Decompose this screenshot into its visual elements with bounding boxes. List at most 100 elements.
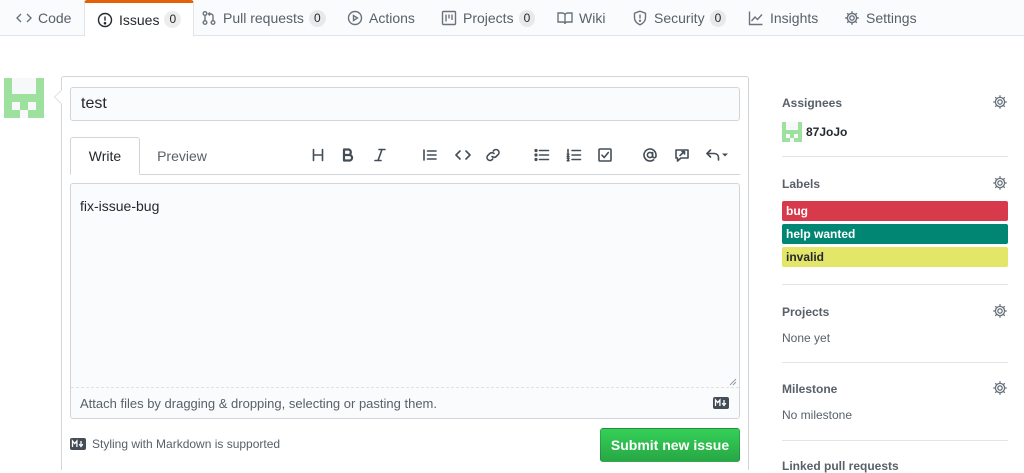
assignees-settings-button[interactable] bbox=[992, 94, 1008, 110]
code-button[interactable] bbox=[451, 143, 475, 167]
tab-settings[interactable]: Settings bbox=[844, 0, 917, 36]
reply-icon bbox=[706, 149, 720, 161]
numbered-list-button[interactable] bbox=[562, 143, 586, 167]
link-icon bbox=[486, 148, 500, 162]
milestone-heading: Milestone bbox=[782, 382, 838, 396]
chevron-down-icon bbox=[722, 153, 728, 157]
reference-icon bbox=[675, 149, 689, 162]
labels-heading: Labels bbox=[782, 177, 821, 191]
sidebar-assignees: Assignees 87JoJo bbox=[782, 94, 1008, 146]
tabs-divider bbox=[70, 174, 740, 175]
tab-insights-label: Insights bbox=[770, 10, 819, 26]
bullet-list-button[interactable] bbox=[530, 143, 554, 167]
issue-body-text[interactable]: fix-issue-bug bbox=[71, 184, 739, 388]
tab-insights[interactable]: Insights bbox=[748, 0, 818, 36]
tab-pull-requests-label: Pull requests bbox=[223, 10, 304, 26]
repo-nav: Code Issues 0 Pull requests 0 Actions Pr… bbox=[0, 0, 1024, 37]
security-count: 0 bbox=[709, 9, 727, 27]
issues-count: 0 bbox=[164, 11, 182, 28]
bold-button[interactable] bbox=[336, 143, 360, 167]
issue-body-field[interactable]: fix-issue-bug Attach files by dragging &… bbox=[70, 183, 740, 419]
sidebar-divider bbox=[782, 156, 1008, 157]
projects-count: 0 bbox=[518, 9, 536, 27]
tab-settings-label: Settings bbox=[866, 10, 917, 26]
reference-button[interactable] bbox=[670, 143, 694, 167]
tab-issues-label: Issues bbox=[119, 11, 160, 28]
task-list-button[interactable] bbox=[593, 143, 617, 167]
pull-request-icon bbox=[202, 11, 216, 25]
issue-title-input[interactable] bbox=[70, 87, 740, 121]
gear-icon bbox=[993, 176, 1007, 190]
sidebar-projects: Projects None yet bbox=[782, 303, 1008, 350]
label-invalid[interactable]: invalid bbox=[782, 247, 1008, 267]
tab-wiki[interactable]: Wiki bbox=[557, 0, 605, 36]
assignee-item[interactable]: 87JoJo bbox=[782, 122, 847, 142]
label-help-wanted[interactable]: help wanted bbox=[782, 224, 1008, 244]
tab-security-label: Security bbox=[654, 10, 705, 26]
graph-icon bbox=[748, 11, 763, 26]
issue-opened-icon bbox=[97, 12, 113, 27]
sidebar-divider bbox=[782, 362, 1008, 363]
pull-requests-count: 0 bbox=[308, 9, 326, 27]
tab-code-label: Code bbox=[38, 10, 72, 26]
sidebar-divider bbox=[782, 440, 1008, 441]
submit-new-issue-button[interactable]: Submit new issue bbox=[600, 428, 740, 462]
attach-files-hint[interactable]: Attach files by dragging & dropping, sel… bbox=[80, 396, 437, 411]
code-icon bbox=[455, 150, 471, 160]
play-icon bbox=[347, 10, 363, 26]
markdown-support-note[interactable]: Styling with Markdown is supported bbox=[70, 437, 280, 451]
markdown-icon bbox=[70, 438, 86, 450]
mention-button[interactable] bbox=[638, 143, 662, 167]
projects-settings-button[interactable] bbox=[992, 303, 1008, 319]
tab-projects[interactable]: Projects 0 bbox=[441, 0, 536, 36]
assignees-heading: Assignees bbox=[782, 96, 843, 110]
quote-button[interactable] bbox=[418, 143, 442, 167]
gear-icon bbox=[993, 381, 1007, 395]
tab-actions-label: Actions bbox=[369, 10, 415, 26]
assignee-avatar bbox=[782, 122, 802, 142]
heading-button[interactable] bbox=[306, 143, 330, 167]
numbered-list-icon bbox=[566, 148, 582, 162]
reply-button[interactable] bbox=[700, 143, 734, 167]
resize-handle-icon[interactable] bbox=[727, 376, 737, 386]
milestone-settings-button[interactable] bbox=[992, 380, 1008, 396]
milestone-value: No milestone bbox=[782, 408, 853, 422]
markdown-icon bbox=[713, 396, 729, 409]
identicon-icon bbox=[4, 78, 44, 118]
sidebar-divider bbox=[782, 284, 1008, 285]
tab-projects-label: Projects bbox=[463, 10, 514, 26]
new-issue-form: Write Preview fix-issue-bug Attach bbox=[54, 76, 749, 470]
gear-icon bbox=[845, 11, 859, 25]
shield-icon bbox=[633, 10, 647, 26]
italic-button[interactable] bbox=[368, 143, 392, 167]
projects-heading: Projects bbox=[782, 305, 830, 319]
quote-icon bbox=[423, 149, 437, 161]
bullet-list-icon bbox=[534, 148, 550, 162]
sidebar-labels: Labels bug help wanted invalid bbox=[782, 175, 1008, 272]
labels-settings-button[interactable] bbox=[992, 175, 1008, 191]
tab-write[interactable]: Write bbox=[70, 137, 140, 175]
heading-icon bbox=[312, 148, 324, 162]
bold-icon bbox=[342, 148, 354, 162]
gear-icon bbox=[993, 304, 1007, 318]
sidebar-milestone: Milestone No milestone bbox=[782, 380, 1008, 427]
code-icon bbox=[16, 13, 32, 23]
author-avatar bbox=[4, 78, 44, 118]
assignee-name: 87JoJo bbox=[806, 125, 848, 139]
tab-security[interactable]: Security 0 bbox=[632, 0, 727, 36]
tab-code[interactable]: Code bbox=[16, 0, 71, 36]
tab-wiki-label: Wiki bbox=[579, 10, 606, 26]
project-icon bbox=[441, 10, 457, 26]
linked-pull-requests-heading: Linked pull requests bbox=[782, 459, 899, 473]
mention-icon bbox=[643, 148, 657, 162]
tab-pull-requests[interactable]: Pull requests 0 bbox=[201, 0, 326, 36]
tab-issues[interactable]: Issues 0 bbox=[84, 0, 195, 37]
link-button[interactable] bbox=[481, 143, 505, 167]
label-bug[interactable]: bug bbox=[782, 201, 1008, 221]
identicon-icon bbox=[782, 122, 802, 142]
task-list-icon bbox=[598, 148, 612, 162]
tab-actions[interactable]: Actions bbox=[347, 0, 415, 36]
projects-value: None yet bbox=[782, 331, 831, 345]
tab-preview[interactable]: Preview bbox=[142, 137, 222, 175]
gear-icon bbox=[993, 95, 1007, 109]
